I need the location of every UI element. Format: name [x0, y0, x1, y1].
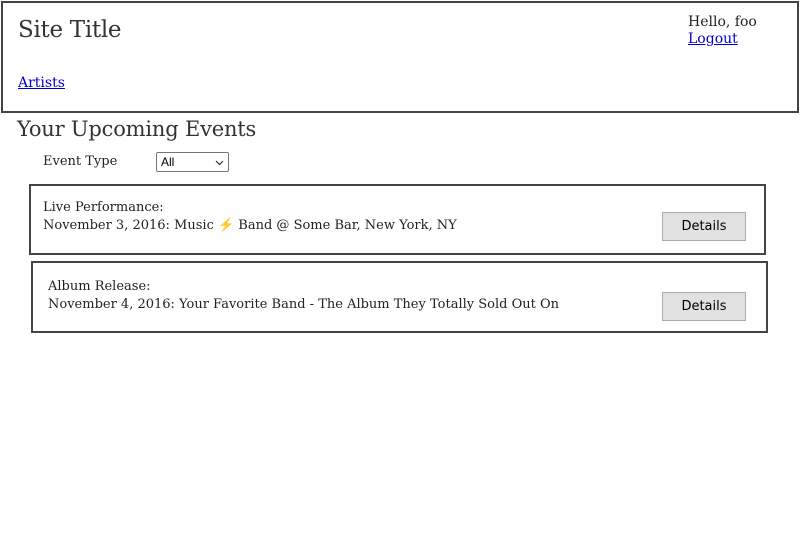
user-box: Hello, foo Logout	[688, 14, 757, 48]
event-description: November 3, 2016: Music ⚡ Band @ Some Ba…	[43, 218, 457, 233]
event-type: Album Release:	[48, 279, 151, 294]
nav-link-artists[interactable]: Artists	[18, 75, 65, 91]
page: Site Title Artists Hello, foo Logout You…	[0, 0, 803, 544]
page-heading: Your Upcoming Events	[17, 117, 257, 141]
site-header: Site Title Artists Hello, foo Logout	[1, 1, 799, 113]
event-type-select[interactable]: All	[156, 152, 229, 172]
user-greeting: Hello, foo	[688, 14, 757, 30]
event-type-selected-value: All	[161, 155, 175, 169]
event-description: November 4, 2016: Your Favorite Band - T…	[48, 297, 559, 312]
site-title: Site Title	[18, 17, 122, 43]
event-type-label: Event Type	[43, 154, 118, 169]
logout-link[interactable]: Logout	[688, 31, 757, 48]
chevron-down-icon	[215, 160, 224, 166]
event-card: Album Release: November 4, 2016: Your Fa…	[31, 261, 768, 333]
details-button[interactable]: Details	[662, 292, 746, 321]
event-type: Live Performance:	[43, 200, 164, 215]
details-button[interactable]: Details	[662, 212, 746, 241]
event-card: Live Performance: November 3, 2016: Musi…	[29, 184, 766, 255]
